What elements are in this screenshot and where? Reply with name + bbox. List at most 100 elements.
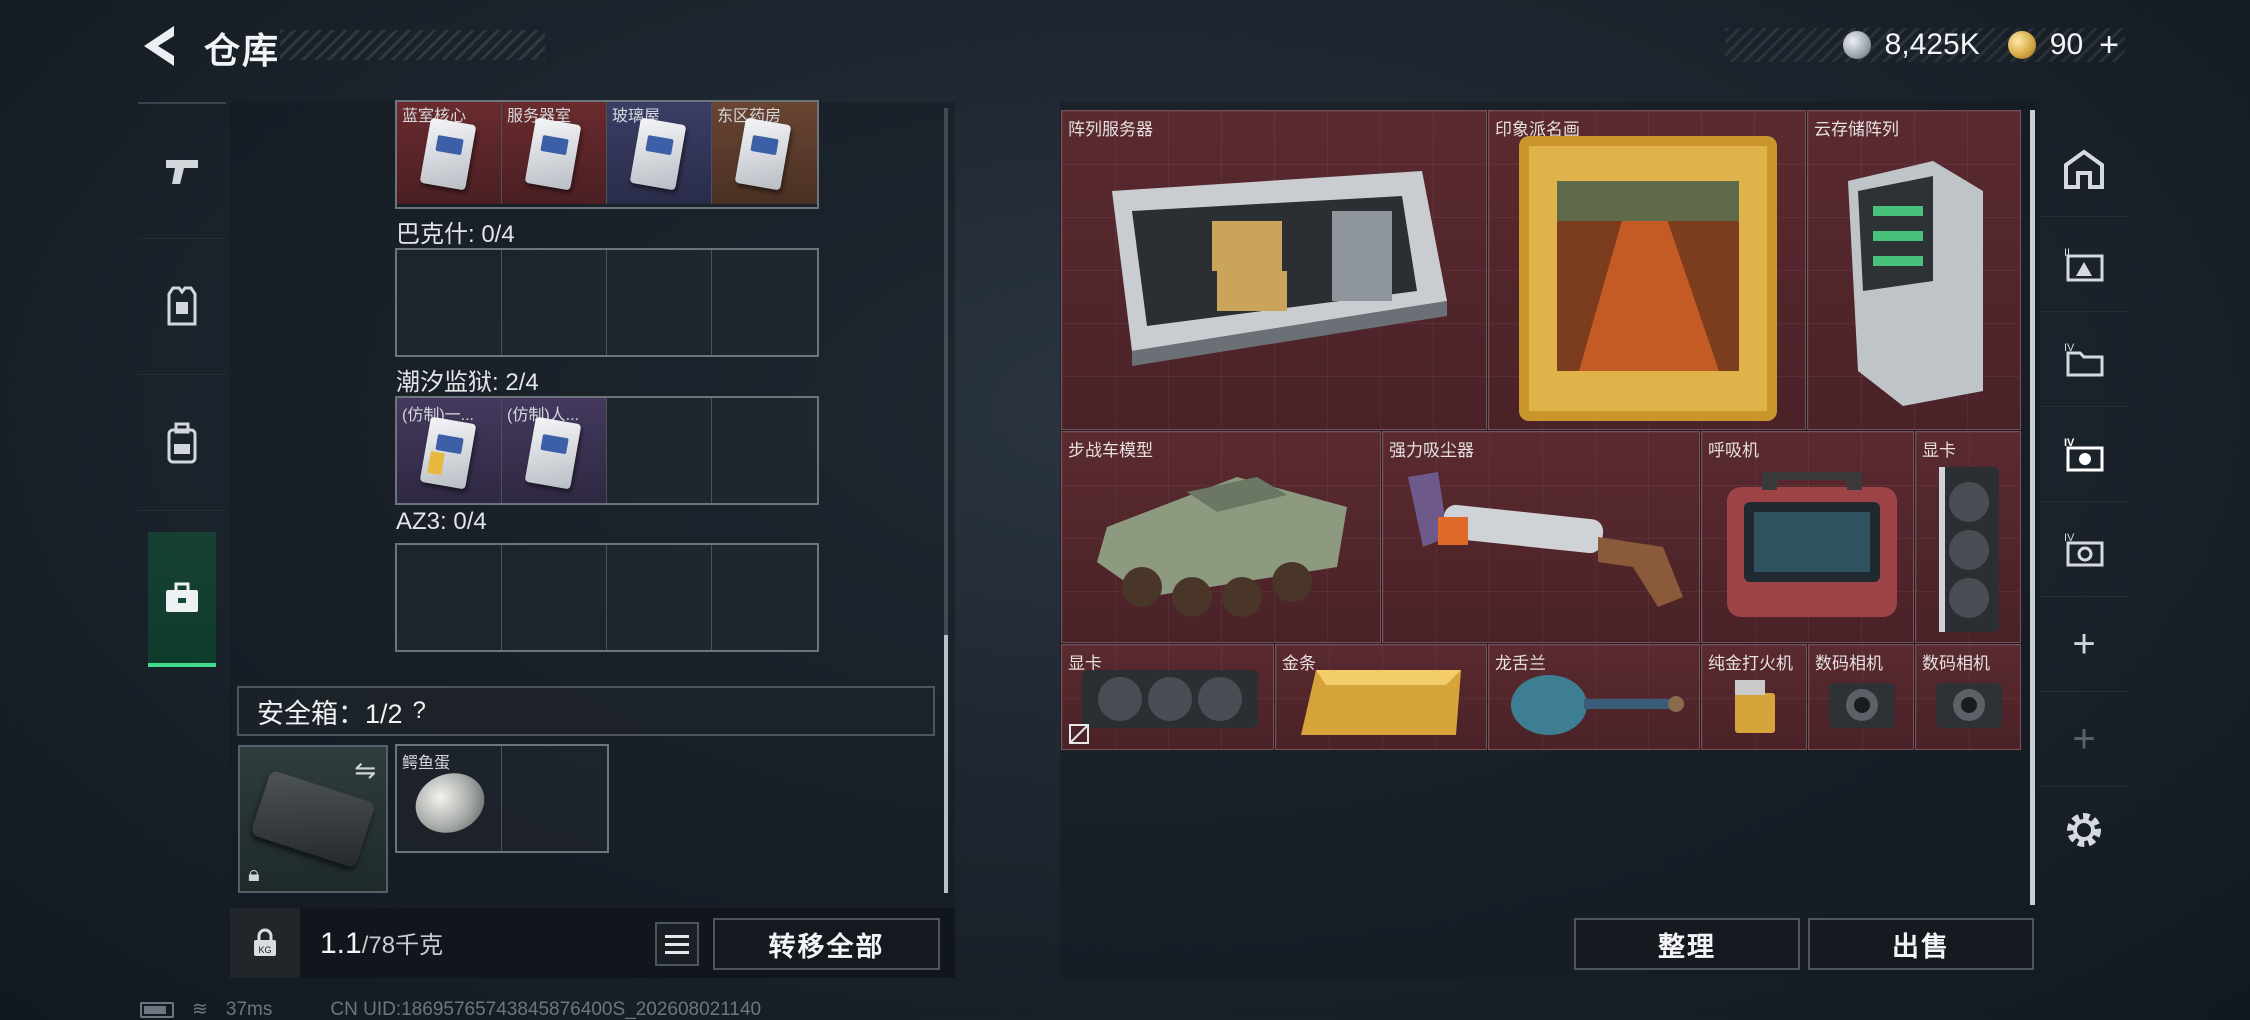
safe-slot[interactable]: 鳄鱼蛋 bbox=[397, 746, 502, 851]
tab-stash-1[interactable]: II bbox=[2040, 217, 2128, 312]
empty-key-slot[interactable] bbox=[607, 545, 712, 650]
wifi-icon: ≋ bbox=[192, 999, 208, 1020]
silver-coin-icon bbox=[1842, 31, 1871, 59]
ventilator-icon bbox=[1727, 472, 1897, 617]
stash-scrollbar[interactable] bbox=[2030, 110, 2035, 905]
weight-lock-icon[interactable]: KG bbox=[230, 908, 300, 978]
keycard-icon bbox=[734, 117, 792, 191]
stash-item[interactable]: 数码相机 bbox=[1808, 644, 1914, 750]
ifv-model-icon bbox=[1097, 477, 1347, 617]
stash-item[interactable]: 云存储阵列 bbox=[1807, 110, 2021, 430]
carry-weight: 1.1/78千克 bbox=[320, 927, 444, 960]
stash-item[interactable]: 纯金打火机 bbox=[1701, 644, 1807, 750]
tab-containers[interactable] bbox=[148, 532, 216, 667]
stash-item[interactable]: 印象派名画 bbox=[1488, 110, 1806, 430]
stash-3-icon: IV bbox=[2064, 437, 2104, 472]
help-icon[interactable]: ? bbox=[413, 697, 426, 725]
keycard-icon bbox=[629, 117, 687, 191]
stash-item[interactable]: 显卡 bbox=[1061, 644, 1274, 750]
unsearched-icon bbox=[1069, 724, 1089, 744]
camera-icon bbox=[1936, 683, 2002, 728]
stash-4-icon: IV bbox=[2064, 532, 2104, 567]
sell-button[interactable]: 出售 bbox=[1808, 918, 2034, 970]
swap-icon[interactable]: ⇋ bbox=[354, 755, 376, 786]
safe-box-container[interactable]: ⇋ 🔒︎ bbox=[238, 745, 388, 893]
key-group-slots bbox=[395, 248, 819, 357]
page-title: 仓库 bbox=[204, 30, 281, 71]
empty-key-slot[interactable] bbox=[607, 250, 712, 355]
back-arrow-icon[interactable] bbox=[140, 24, 180, 68]
key-group-top: 蓝室核心 服务器室 玻璃屋 东区药房 bbox=[395, 100, 819, 209]
crocodile-egg-icon bbox=[407, 763, 493, 843]
empty-key-slot[interactable] bbox=[712, 545, 817, 650]
gold-bar-icon bbox=[1301, 670, 1461, 735]
key-group-slots: (仿制)一... (仿制)人... bbox=[395, 396, 819, 505]
transfer-all-button[interactable]: 转移全部 bbox=[713, 918, 940, 970]
stash-item[interactable]: 龙舌兰 bbox=[1488, 644, 1700, 750]
keycard-icon bbox=[419, 117, 477, 191]
empty-key-slot[interactable] bbox=[712, 250, 817, 355]
keycard-icon bbox=[524, 117, 582, 191]
gold-coin-icon bbox=[2007, 31, 2036, 59]
key-group-label: 潮汐监狱: 2/4 bbox=[396, 369, 539, 396]
key-slot[interactable]: (仿制)一... bbox=[397, 398, 502, 503]
vacuum-icon bbox=[1408, 472, 1683, 607]
settings-button[interactable] bbox=[2040, 782, 2128, 877]
key-slot[interactable]: 东区药房 bbox=[712, 102, 817, 204]
empty-key-slot[interactable] bbox=[397, 250, 502, 355]
battery-icon bbox=[140, 1001, 174, 1018]
safe-box-capacity: 安全箱：1/2 bbox=[257, 698, 403, 729]
empty-key-slot[interactable] bbox=[502, 250, 607, 355]
key-group-slots bbox=[395, 543, 819, 652]
gpu-icon bbox=[1082, 670, 1258, 728]
stash-1-icon: II bbox=[2064, 247, 2104, 282]
tab-stash-4[interactable]: IV bbox=[2040, 502, 2128, 597]
tab-home[interactable] bbox=[2040, 122, 2128, 217]
briefcase-icon bbox=[166, 582, 198, 612]
lock-icon: 🔒︎ bbox=[248, 861, 260, 886]
painting-icon bbox=[1519, 136, 1777, 421]
empty-key-slot[interactable] bbox=[502, 545, 607, 650]
left-scroll-thumb[interactable] bbox=[944, 635, 948, 893]
stash-item[interactable]: 金条 bbox=[1275, 644, 1487, 750]
stash-item[interactable]: 强力吸尘器 bbox=[1382, 431, 1700, 643]
ping-value: 37ms bbox=[225, 998, 273, 1020]
title-decoration bbox=[280, 30, 545, 60]
stash-item[interactable]: 数码相机 bbox=[1915, 644, 2021, 750]
empty-key-slot[interactable] bbox=[607, 398, 712, 503]
tequila-icon bbox=[1511, 675, 1684, 735]
gold-balance: 90 bbox=[2049, 28, 2084, 61]
tab-backpack[interactable] bbox=[138, 376, 226, 511]
key-slot[interactable]: 玻璃屋 bbox=[607, 102, 712, 204]
safe-box-slots: 鳄鱼蛋 bbox=[395, 744, 609, 853]
tab-stash-2[interactable]: IV bbox=[2040, 312, 2128, 407]
empty-key-slot[interactable] bbox=[397, 545, 502, 650]
pistol-icon bbox=[166, 160, 198, 184]
keycard-icon bbox=[419, 416, 477, 490]
key-group-label: AZ3: 0/4 bbox=[396, 508, 487, 535]
tab-weapons[interactable] bbox=[138, 104, 226, 239]
add-gold-button[interactable]: + bbox=[2099, 26, 2119, 65]
stash-2-icon: IV bbox=[2064, 342, 2104, 377]
empty-safe-slot[interactable] bbox=[502, 746, 607, 851]
gpu-icon bbox=[1939, 467, 1999, 632]
storage-array-icon bbox=[1848, 161, 1983, 406]
left-category-tabs bbox=[138, 102, 226, 672]
list-view-button[interactable] bbox=[655, 922, 699, 966]
silver-balance: 8,425K bbox=[1884, 28, 1980, 61]
organize-button[interactable]: 整理 bbox=[1574, 918, 1800, 970]
stash-item[interactable]: 呼吸机 bbox=[1701, 431, 1914, 643]
tab-stash-3[interactable]: IV bbox=[2040, 407, 2128, 502]
stash-item[interactable]: 步战车模型 bbox=[1061, 431, 1381, 643]
add-stash-page-button-disabled: + bbox=[2040, 692, 2128, 787]
key-slot[interactable]: (仿制)人... bbox=[502, 398, 607, 503]
empty-key-slot[interactable] bbox=[712, 398, 817, 503]
key-slot[interactable]: 服务器室 bbox=[502, 102, 607, 204]
add-stash-page-button[interactable]: + bbox=[2040, 597, 2128, 692]
key-slot[interactable]: 蓝室核心 bbox=[397, 102, 502, 204]
stash-item[interactable]: 阵列服务器 bbox=[1061, 110, 1487, 430]
stash-item[interactable]: 显卡 bbox=[1915, 431, 2021, 643]
uid-text: CN UID:18695765743845876400S_20260802114… bbox=[330, 998, 762, 1020]
tab-armor[interactable] bbox=[138, 240, 226, 375]
svg-text:KG: KG bbox=[258, 945, 271, 955]
